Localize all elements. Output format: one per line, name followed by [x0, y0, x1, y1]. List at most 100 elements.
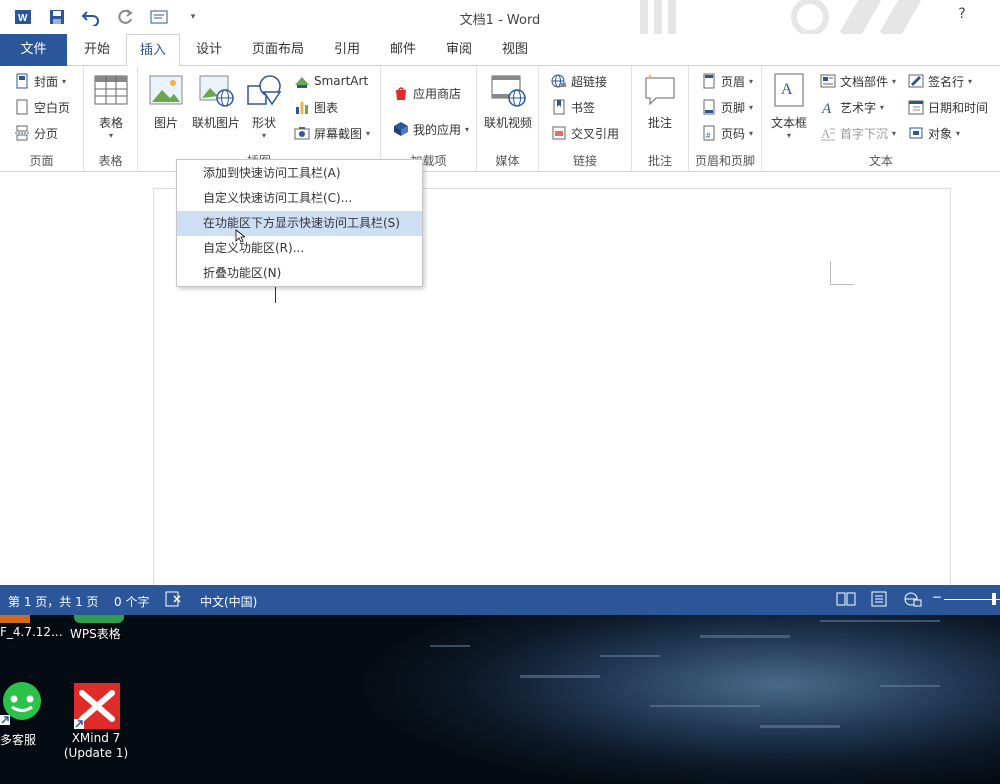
app-store-button[interactable]: 应用商店: [393, 82, 461, 104]
cover-page-button[interactable]: 封面 ▾: [14, 70, 66, 92]
menu-customize-ribbon[interactable]: 自定义功能区(R)...: [177, 236, 422, 261]
my-apps-icon: [393, 121, 409, 137]
table-icon: [93, 72, 129, 108]
zoom-out-button[interactable]: −: [932, 590, 942, 604]
calendar-icon: [908, 99, 924, 115]
date-time-button[interactable]: 日期和时间: [908, 96, 988, 118]
signature-icon: [908, 73, 924, 89]
page-number-icon: #: [701, 125, 717, 141]
text-cursor: [275, 285, 276, 303]
online-picture-button[interactable]: 联机图片: [190, 72, 242, 131]
proofing-icon[interactable]: [165, 591, 183, 610]
status-bar: 第 1 页，共 1 页 0 个字 中文(中国) −: [0, 585, 1000, 615]
drop-cap-icon: A: [820, 125, 836, 141]
svg-text:A: A: [821, 126, 831, 141]
group-text: A 文本框 ▾ 文档部件 ▾ A 艺术字 ▾ A 首字下沉 ▾ 签名行 ▾ 日期和时间 对…: [762, 66, 1000, 172]
page-break-button[interactable]: 分页: [14, 122, 58, 144]
title-bar: W ▾ 文档1 - Word ?: [0, 0, 1000, 34]
header-button[interactable]: 页眉 ▾: [701, 70, 753, 92]
tab-home[interactable]: 开始: [72, 34, 122, 66]
print-layout-icon[interactable]: [870, 591, 888, 610]
chart-icon: [294, 99, 310, 115]
word-count[interactable]: 0 个字: [114, 593, 149, 610]
tab-references[interactable]: 引用: [324, 34, 370, 66]
wps-sheet-icon[interactable]: [74, 615, 124, 623]
table-button[interactable]: 表格 ▾: [92, 72, 130, 140]
page-count[interactable]: 第 1 页，共 1 页: [8, 593, 99, 610]
document-area[interactable]: [0, 172, 1000, 585]
header-icon: [701, 73, 717, 89]
online-video-button[interactable]: 联机视频: [481, 72, 535, 131]
hyperlink-button[interactable]: 超链接: [551, 70, 607, 92]
textbox-button[interactable]: A 文本框 ▾: [768, 72, 810, 140]
desktop-wallpaper: [430, 620, 940, 728]
object-icon: [908, 125, 924, 141]
store-icon: [393, 85, 409, 101]
new-comment-button[interactable]: 批注: [640, 72, 680, 131]
margin-crop-mark: [830, 261, 854, 285]
desktop-icon-label[interactable]: WPS表格: [70, 625, 121, 642]
footer-icon: [701, 99, 717, 115]
screenshot-icon: [294, 125, 310, 141]
multi-service-icon[interactable]: [0, 681, 44, 725]
mouse-cursor-icon: [235, 229, 247, 246]
svg-text:A: A: [821, 101, 832, 115]
wordart-button[interactable]: A 艺术字 ▾: [820, 96, 884, 118]
online-picture-icon: [198, 72, 234, 108]
group-label-tables: 表格: [98, 154, 123, 168]
my-apps-button[interactable]: 我的应用 ▾: [393, 118, 469, 140]
desktop-icon-label[interactable]: XMind 7 (Update 1): [62, 731, 130, 761]
xmind-icon[interactable]: [74, 683, 120, 729]
help-button[interactable]: ?: [952, 6, 972, 26]
web-layout-icon[interactable]: [903, 591, 923, 610]
tab-insert[interactable]: 插入: [126, 34, 180, 67]
group-comments: 批注 批注: [632, 66, 689, 172]
menu-show-qat-below-ribbon[interactable]: 在功能区下方显示快速访问工具栏(S): [177, 211, 422, 236]
group-pages: 封面 ▾ 空白页 分页 页面: [0, 66, 84, 172]
title-decoration: [620, 0, 960, 34]
signature-line-button[interactable]: 签名行 ▾: [908, 70, 972, 92]
textbox-icon: A: [771, 72, 807, 108]
page-break-icon: [14, 125, 30, 141]
tab-design[interactable]: 设计: [184, 34, 234, 66]
footer-button[interactable]: 页脚 ▾: [701, 96, 753, 118]
tab-view[interactable]: 视图: [492, 34, 538, 66]
desktop-background: F_4.7.12... WPS表格 多客服 XMind 7 (Update 1): [0, 615, 1000, 784]
shapes-button[interactable]: 形状 ▾: [244, 72, 284, 140]
bookmark-icon: [551, 99, 567, 115]
screenshot-button[interactable]: 屏幕截图 ▾: [294, 122, 370, 144]
chart-button[interactable]: 图表: [294, 96, 338, 118]
quick-parts-icon: [820, 73, 836, 89]
quick-parts-button[interactable]: 文档部件 ▾: [820, 70, 896, 92]
tab-mailings[interactable]: 邮件: [380, 34, 426, 66]
tab-review[interactable]: 审阅: [436, 34, 482, 66]
group-label-pages: 页面: [29, 154, 54, 168]
svg-text:A: A: [781, 81, 793, 98]
partial-app-icon[interactable]: [0, 615, 30, 623]
picture-button[interactable]: 图片: [146, 72, 186, 131]
group-illustrations: 图片 联机图片 形状▾ SmartArt 图表 屏幕截图▾ 插图: [138, 66, 381, 172]
bookmark-button[interactable]: 书签: [551, 96, 595, 118]
group-label-text: 文本: [868, 154, 893, 168]
smartart-button[interactable]: SmartArt: [294, 70, 368, 92]
object-button[interactable]: 对象 ▾: [908, 122, 960, 144]
tab-file[interactable]: 文件: [0, 34, 67, 66]
comment-icon: [642, 72, 678, 108]
blank-page-button[interactable]: 空白页: [14, 96, 70, 118]
online-video-icon: [490, 72, 526, 108]
group-label-links: 链接: [572, 154, 597, 168]
drop-cap-button[interactable]: A 首字下沉 ▾: [820, 122, 896, 144]
zoom-slider-thumb[interactable]: [992, 593, 996, 605]
tab-layout[interactable]: 页面布局: [244, 34, 312, 66]
ribbon-tabs: 文件 开始 插入 设计 页面布局 引用 邮件 审阅 视图: [0, 34, 1000, 67]
desktop-icon-label[interactable]: 多客服: [0, 731, 36, 748]
cross-reference-button[interactable]: 交叉引用: [551, 122, 619, 144]
menu-add-to-qat[interactable]: 添加到快速访问工具栏(A): [177, 161, 422, 186]
menu-collapse-ribbon[interactable]: 折叠功能区(N): [177, 261, 422, 286]
desktop-icon-label[interactable]: F_4.7.12...: [0, 625, 63, 639]
menu-customize-qat[interactable]: 自定义快速访问工具栏(C)...: [177, 186, 422, 211]
page-number-button[interactable]: # 页码 ▾: [701, 122, 753, 144]
read-mode-icon[interactable]: [836, 591, 856, 610]
language-indicator[interactable]: 中文(中国): [200, 593, 257, 610]
wordart-icon: A: [820, 99, 836, 117]
